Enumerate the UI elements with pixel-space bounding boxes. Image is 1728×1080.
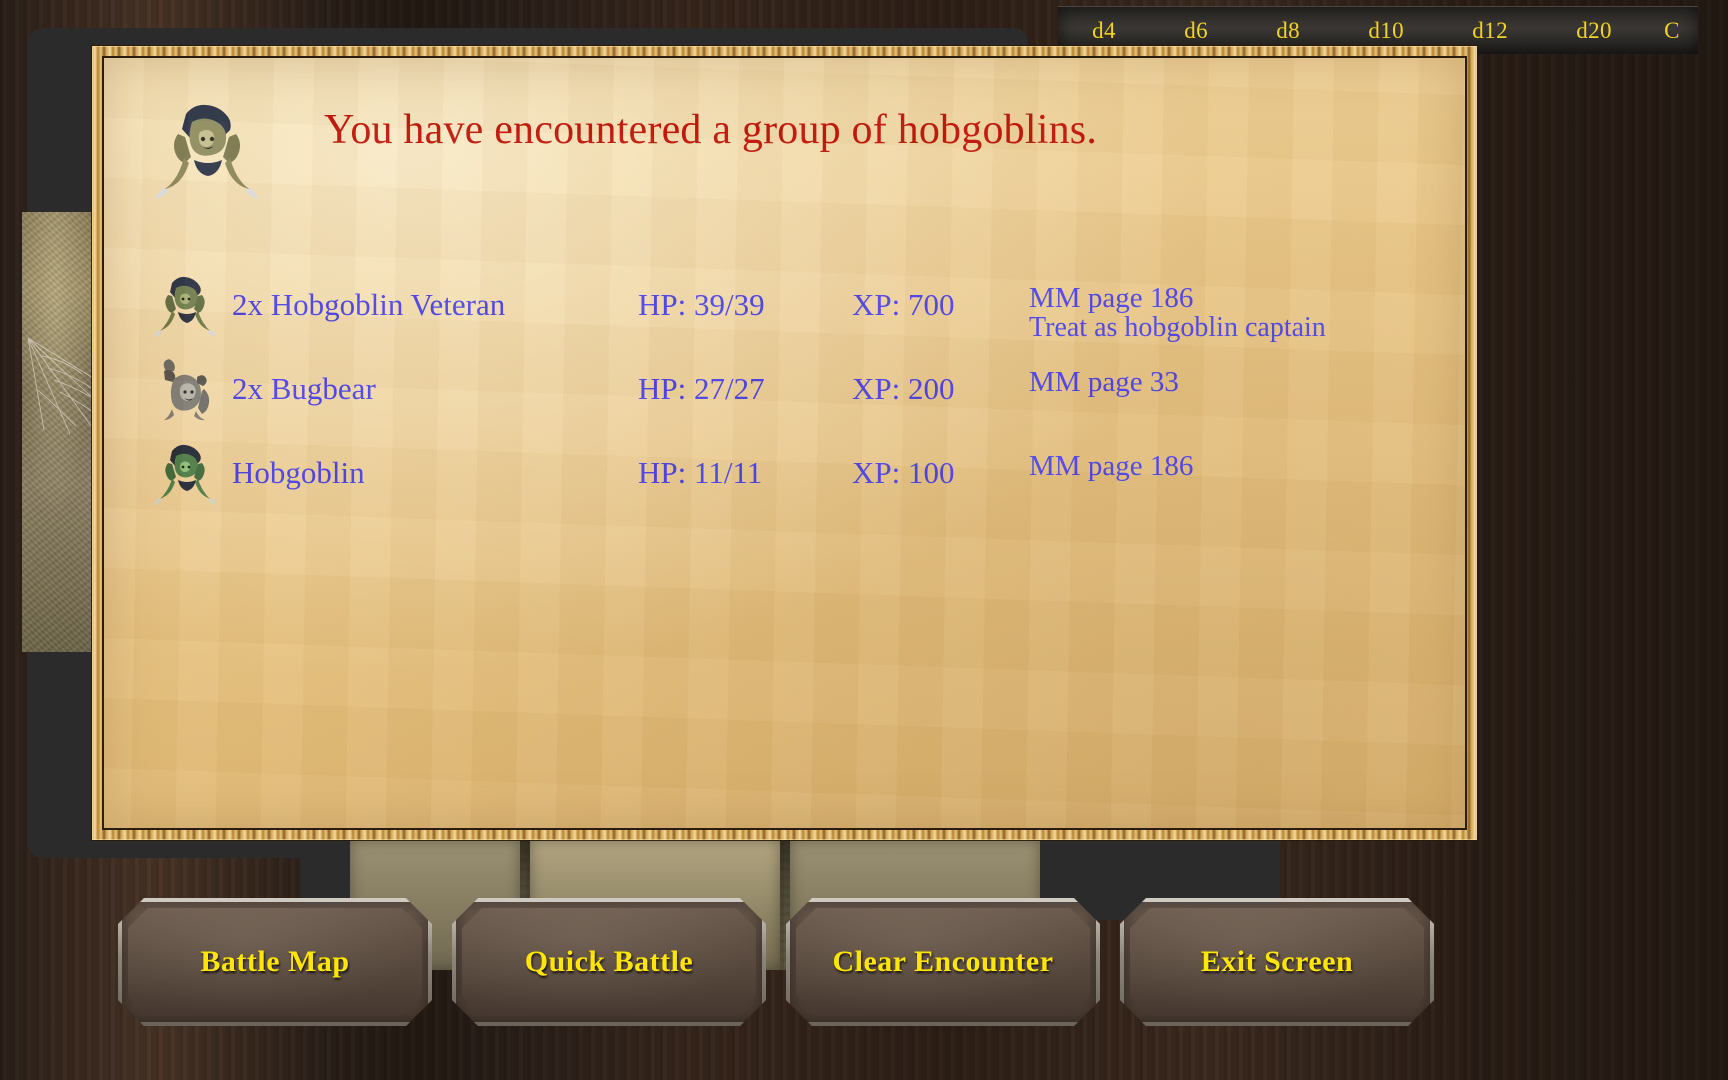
table-row[interactable]: 2x Bugbear HP: 27/27 XP: 200 MM page 33 [104,357,1465,441]
monster-name: 2x Bugbear [232,371,376,406]
monster-reference-note: Treat as hobgoblin captain [1029,311,1326,343]
button-label: Clear Encounter [832,945,1054,978]
monster-hp: HP: 11/11 [638,455,763,490]
dice-d12-button[interactable]: d12 [1438,18,1542,44]
monster-name: Hobgoblin [232,455,365,490]
dice-d6-button[interactable]: d6 [1150,18,1242,44]
button-label: Battle Map [200,945,350,978]
dice-d10-button[interactable]: d10 [1334,18,1438,44]
monster-list: 2x Hobgoblin Veteran HP: 39/39 XP: 700 M… [104,273,1465,525]
button-label: Exit Screen [1200,945,1354,978]
monster-name: 2x Hobgoblin Veteran [232,287,506,322]
bugbear-sprite [163,359,210,421]
dice-d4-button[interactable]: d4 [1058,18,1150,44]
monster-xp: XP: 100 [852,455,955,490]
encounter-dialog: You have encountered a group of hobgobli… [92,46,1477,840]
monster-reference: MM page 186 Treat as hobgoblin captain [1029,282,1326,343]
monster-reference-page: MM page 33 [1029,366,1179,398]
hobgoblin-veteran-sprite [153,276,217,337]
dice-d20-button[interactable]: d20 [1542,18,1646,44]
monster-reference: MM page 186 [1029,450,1194,482]
monster-reference: MM page 33 [1029,366,1179,398]
monster-hp: HP: 27/27 [638,371,765,406]
hobgoblin-veteran-sprite [155,104,259,199]
dialog-parchment: You have encountered a group of hobgobli… [104,58,1465,828]
battle-map-button[interactable]: Battle Map [118,898,432,1026]
exit-screen-button[interactable]: Exit Screen [1120,898,1434,1026]
encounter-screen: d4 d6 d8 d10 d12 d20 C You have encounte… [0,0,1728,1080]
monster-reference-page: MM page 186 [1029,450,1194,482]
quick-battle-button[interactable]: Quick Battle [452,898,766,1026]
monster-xp: XP: 700 [852,287,955,322]
button-label: Quick Battle [524,945,694,978]
monster-hp: HP: 39/39 [638,287,765,322]
dice-clear-button[interactable]: C [1646,18,1698,44]
table-row[interactable]: Hobgoblin HP: 11/11 XP: 100 MM page 186 [104,441,1465,525]
dialog-header: You have encountered a group of hobgobli… [114,76,1445,199]
monster-xp: XP: 200 [852,371,955,406]
action-button-bar: Battle Map Quick Battle Clear Encounter … [0,898,1728,1080]
page-title: You have encountered a group of hobgobli… [324,107,1098,153]
hobgoblin-sprite [153,444,217,505]
table-row[interactable]: 2x Hobgoblin Veteran HP: 39/39 XP: 700 M… [104,273,1465,357]
monster-reference-page: MM page 186 [1029,282,1194,314]
dice-d8-button[interactable]: d8 [1242,18,1334,44]
clear-encounter-button[interactable]: Clear Encounter [786,898,1100,1026]
